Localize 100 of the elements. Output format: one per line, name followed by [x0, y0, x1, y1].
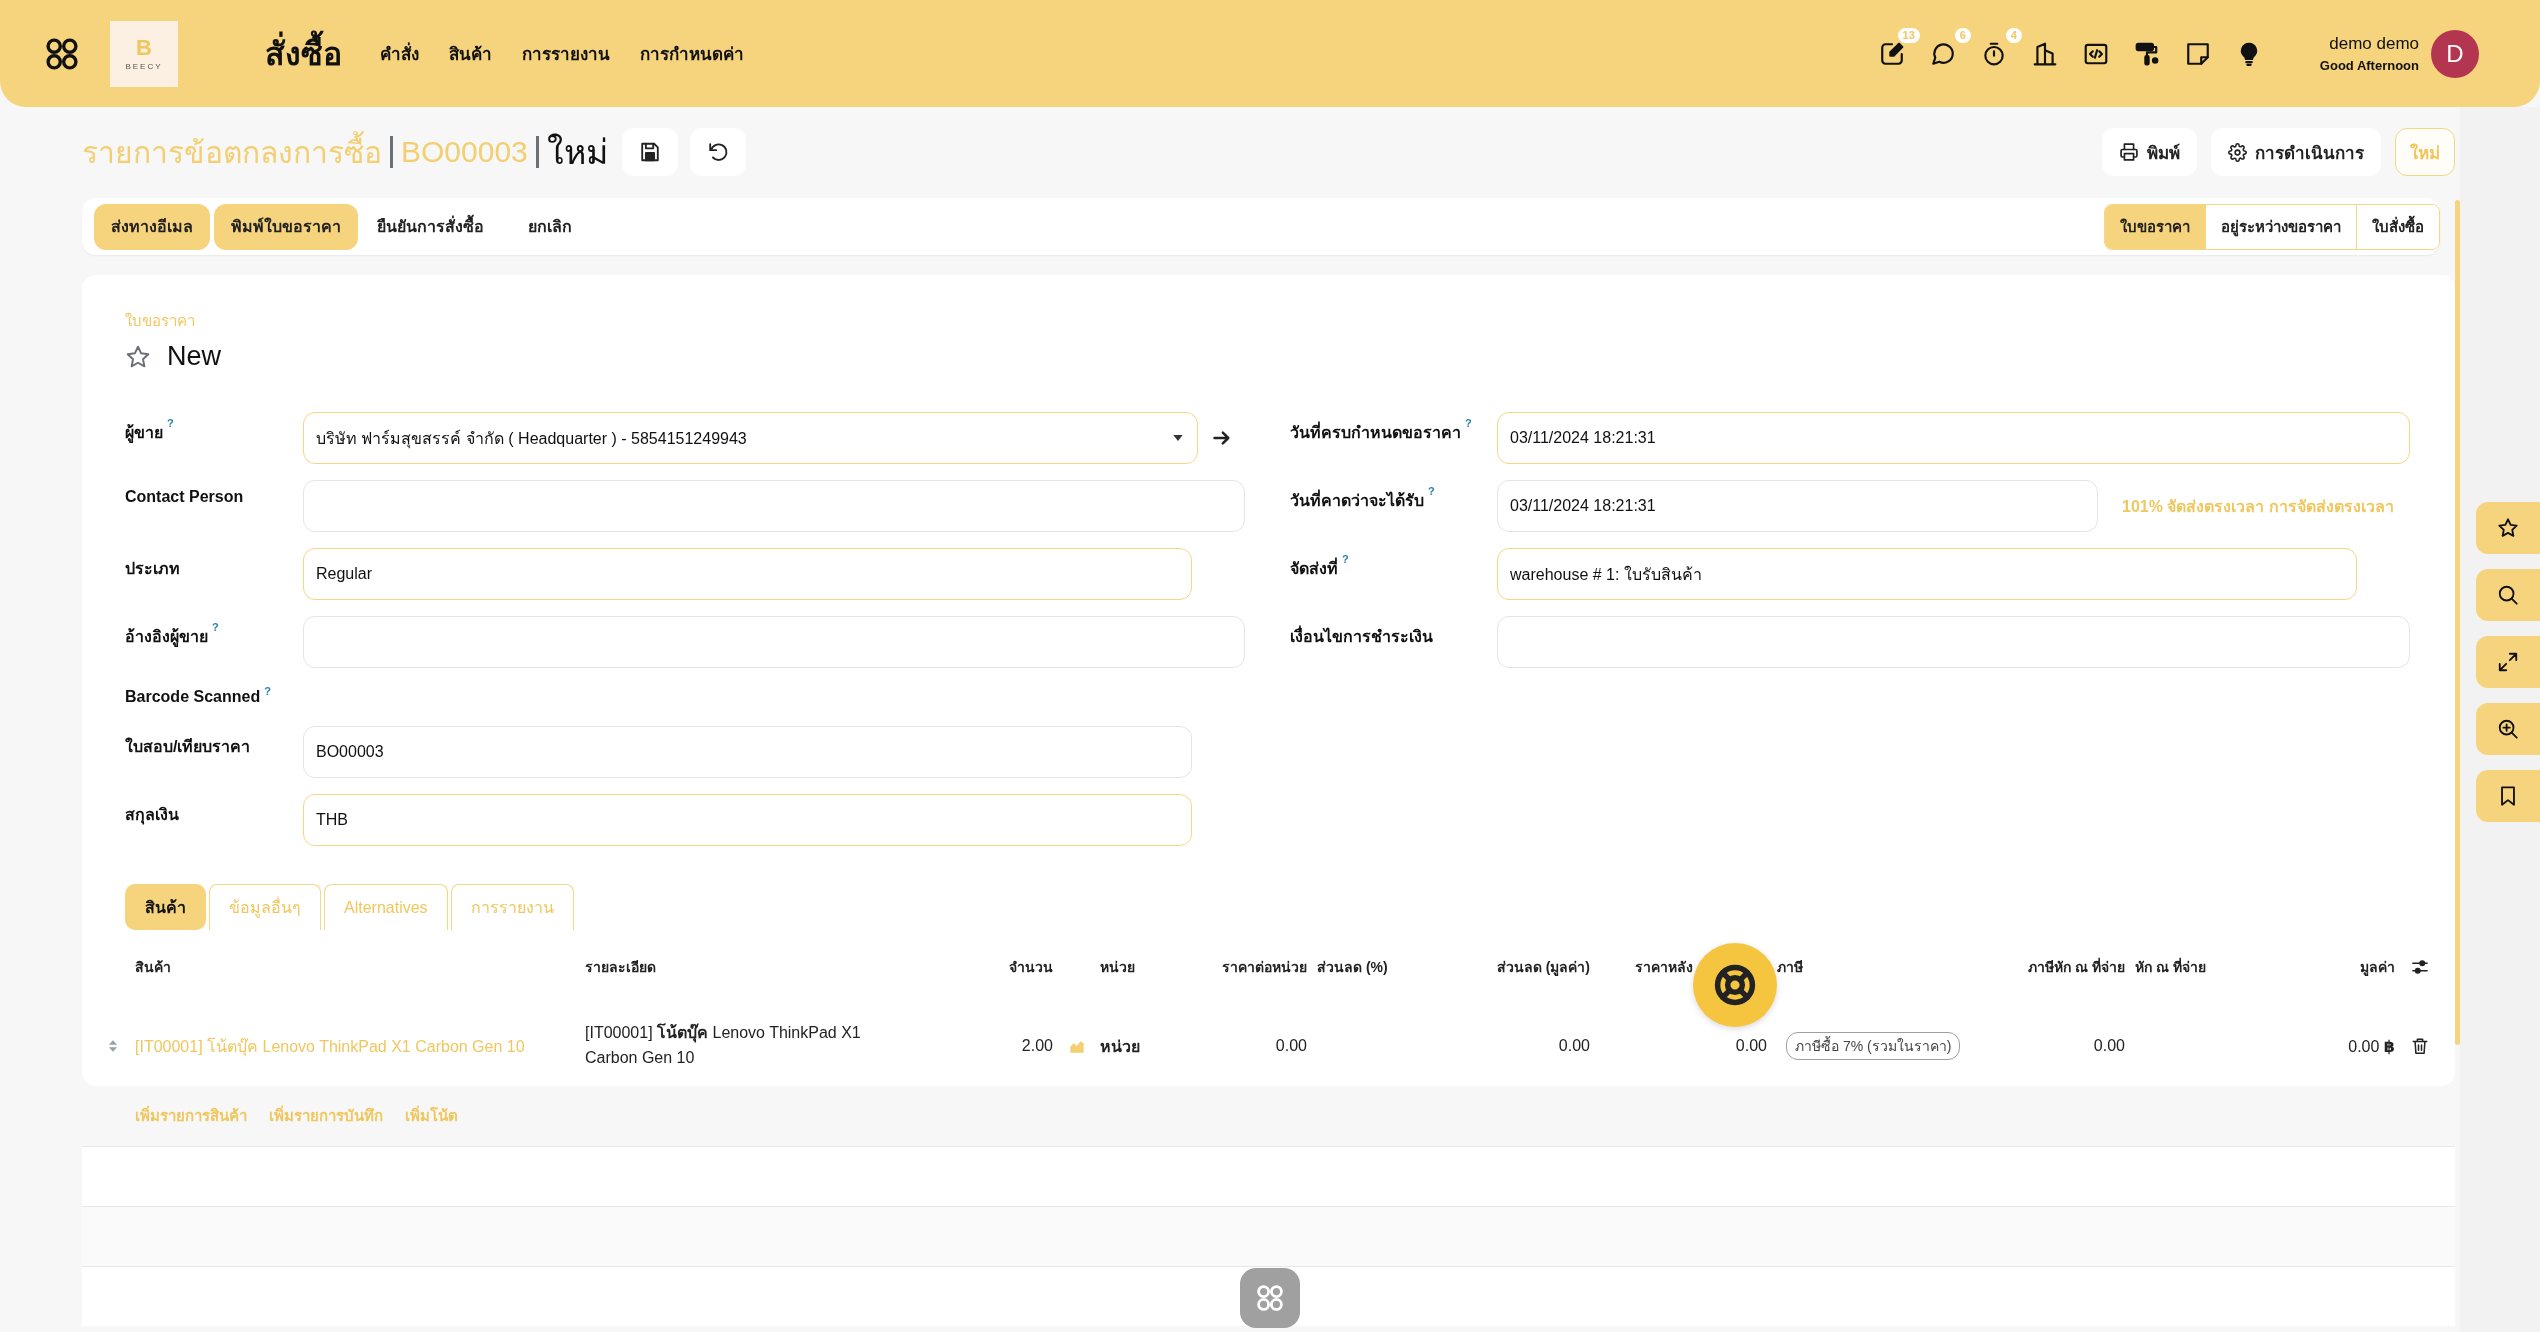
input-field[interactable] [303, 480, 1245, 532]
building-icon[interactable] [2031, 40, 2058, 67]
field-label: วันที่คาดว่าจะได้รับ [1290, 488, 1424, 513]
help-mark[interactable]: ? [264, 685, 271, 697]
user-avatar[interactable]: D [2431, 29, 2479, 78]
favorite-button[interactable] [2476, 502, 2540, 554]
sticky-note-icon[interactable] [2184, 40, 2211, 67]
gear-icon [2228, 142, 2247, 162]
column-header: ส่วนลด (%) [1317, 959, 1388, 975]
action-button[interactable]: ยกเลิก [513, 203, 587, 250]
field-label: Contact Person [125, 488, 244, 506]
user-name: demo demo [2329, 34, 2419, 54]
status-step[interactable]: ใบสั่งซื้อ [2356, 204, 2439, 249]
trash-icon[interactable] [2411, 1037, 2429, 1055]
fullscreen-button[interactable] [2476, 636, 2540, 688]
actions-button[interactable]: การดำเนินการ [2211, 128, 2381, 176]
input-field[interactable]: warehouse # 1: ใบรับสินค้า [1497, 548, 2357, 600]
apps-grid-icon [1256, 1284, 1284, 1312]
page-title: ใหม่ [546, 132, 608, 173]
column-header: ภาษี [1777, 959, 1803, 975]
greeting-text: Good Afternoon [2319, 58, 2419, 73]
tax-tag: ภาษีซื้อ 7% (รวมในราคา) [1786, 1032, 1961, 1060]
action-button[interactable]: ส่งทางอีเมล [94, 203, 210, 250]
help-mark[interactable]: ? [1465, 417, 1472, 429]
column-header: มูลค่า [2360, 959, 2395, 975]
description-text: [IT00001] โน้ตบุ๊ค Lenovo ThinkPad X1 Carbon Gen 10 [585, 1022, 862, 1068]
input-field[interactable] [1497, 616, 2410, 668]
count-badge: 4 [2005, 27, 2022, 43]
star-icon [2497, 517, 2519, 539]
status-step[interactable]: ใบขอราคา [2105, 204, 2205, 249]
column-header: สินค้า [135, 959, 171, 975]
help-mark[interactable]: ? [212, 621, 219, 633]
on-time-note: 101% จัดส่งตรงเวลา การจัดส่งตรงเวลา [2122, 496, 2394, 517]
input-field[interactable]: BO00003 [303, 726, 1192, 778]
help-center-button[interactable] [1693, 943, 1777, 1027]
action-button[interactable]: พิมพ์ใบขอราคา [214, 203, 358, 250]
apps-menu-icon[interactable] [45, 36, 79, 71]
column-header: รายละเอียด [585, 959, 656, 975]
field-label: ใบสอบ/เทียบราคา [125, 736, 251, 757]
arrow-right-icon[interactable] [1212, 428, 1232, 448]
action-button[interactable]: ยืนยันการสั่งซื้อ [362, 203, 499, 250]
input-field[interactable]: THB [303, 794, 1192, 846]
field-label: เงื่อนไขการชำระเงิน [1290, 624, 1433, 649]
column-header: ภาษีหัก ณ ที่จ่าย [2028, 959, 2125, 975]
tab[interactable]: สินค้า [125, 884, 206, 930]
menu-item[interactable]: สินค้า [449, 40, 492, 67]
zoom-button[interactable] [2476, 703, 2540, 755]
field-label: Barcode Scanned [125, 688, 261, 706]
unit-value: หน่วย [1100, 1037, 1140, 1055]
input-field[interactable]: 03/11/2024 18:21:31 [1497, 480, 2098, 532]
star-icon[interactable] [125, 343, 151, 370]
input-field[interactable]: 03/11/2024 18:21:31 [1497, 412, 2410, 464]
column-settings-icon[interactable] [2411, 958, 2429, 976]
undo-button[interactable] [689, 128, 746, 176]
record-type-label: ใบขอราคา [125, 311, 195, 331]
input-field[interactable]: Regular [303, 548, 1192, 600]
app-title[interactable]: สั่งซื้อ [265, 28, 342, 79]
logo-tile[interactable]: B BEECY [110, 20, 178, 87]
zoom-in-icon [2497, 718, 2519, 740]
help-mark[interactable]: ? [167, 417, 174, 429]
menu-item[interactable]: คำสั่ง [380, 40, 419, 67]
quantity-value: 2.00 [1021, 1037, 1053, 1054]
column-header: จำนวน [1009, 959, 1053, 975]
paint-roller-icon[interactable] [2133, 40, 2160, 67]
menu-item[interactable]: การกำหนดค่า [640, 40, 744, 67]
net-price-value: 0.00 [1735, 1037, 1767, 1054]
menu-item[interactable]: การรายงาน [522, 40, 610, 67]
print-button[interactable]: พิมพ์ [2102, 128, 2197, 176]
lifebuoy-icon [1713, 963, 1757, 1007]
column-header: หน่วย [1100, 959, 1135, 975]
record-title: New [167, 341, 221, 372]
input-field[interactable] [303, 616, 1245, 668]
field-label: วันที่ครบกำหนดขอราคา [1290, 420, 1461, 445]
bookmark-button[interactable] [2476, 770, 2540, 822]
undo-icon [706, 141, 729, 163]
withholding-value: 0.00 [2093, 1037, 2125, 1054]
search-button[interactable] [2476, 569, 2540, 621]
column-header: ราคาหลัง [1635, 958, 1693, 977]
help-mark[interactable]: ? [1428, 485, 1435, 497]
help-mark[interactable]: ? [1342, 553, 1349, 565]
printer-icon [2119, 142, 2139, 162]
apps-button[interactable] [1240, 1268, 1300, 1328]
logo-mark: B [136, 36, 152, 59]
column-header: หัก ณ ที่จ่าย [2135, 959, 2206, 975]
save-button[interactable] [621, 128, 678, 176]
search-icon [2497, 584, 2519, 606]
count-badge: 6 [1954, 27, 1971, 43]
chat-bubble-icon[interactable] [1929, 40, 1956, 67]
scrollbar-thumb[interactable] [2455, 200, 2460, 1045]
unit-price-value: 0.00 [1275, 1037, 1307, 1054]
column-header: ส่วนลด (มูลค่า) [1496, 959, 1590, 975]
dropdown-field[interactable]: บริษัท ฟาร์มสุขสรรค์ จำกัด ( Headquarter ) - 5854151249943 [303, 412, 1198, 464]
edit-icon[interactable] [1878, 40, 1905, 67]
amount-value: 0.00 ฿ [2348, 1037, 2395, 1055]
save-icon [638, 141, 661, 163]
field-label: อ้างอิงผู้ขาย [125, 627, 208, 649]
count-badge: 13 [1897, 27, 1920, 43]
logo-name: BEECY [125, 62, 163, 71]
field-label: จัดส่งที่ [1290, 556, 1338, 581]
field-label: ประเภท [125, 559, 180, 579]
